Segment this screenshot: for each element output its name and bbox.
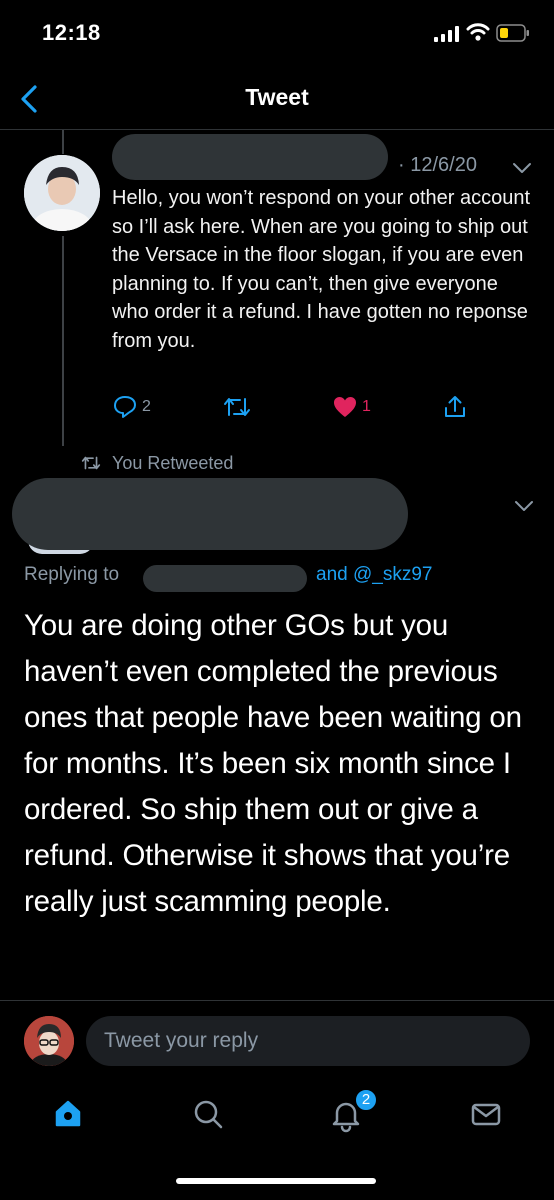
tweet-text: You are doing other GOs but you haven’t …	[24, 609, 522, 918]
reply-button[interactable]: 2	[112, 392, 151, 422]
share-icon	[445, 396, 465, 417]
retweet-icon	[81, 456, 101, 470]
status-time: 12:18	[42, 20, 101, 45]
redacted-author-name	[112, 134, 388, 180]
chevron-down-icon[interactable]	[512, 162, 532, 174]
reply-icon	[114, 396, 136, 418]
reply-input[interactable]: Tweet your reply	[86, 1016, 530, 1066]
messages-envelope-icon[interactable]	[466, 1094, 506, 1134]
redacted-mention[interactable]	[143, 565, 307, 592]
like-button[interactable]: 1	[332, 392, 371, 422]
retweet-icon	[224, 398, 250, 416]
cellular-signal-icon	[434, 26, 459, 42]
status-bar: 12:18	[0, 0, 554, 70]
share-button[interactable]	[442, 392, 468, 422]
thread-line	[62, 130, 64, 154]
redacted-author-name	[12, 478, 408, 550]
like-count: 1	[362, 398, 371, 415]
tweet-date: · 12/6/20	[398, 154, 477, 176]
retweet-context: You Retweeted	[80, 450, 233, 476]
page-title: Tweet	[245, 84, 309, 110]
chevron-down-icon[interactable]	[514, 500, 534, 512]
wifi-icon	[466, 23, 490, 41]
avatar[interactable]	[24, 1016, 74, 1066]
profile-photo-icon	[24, 155, 100, 231]
home-icon[interactable]	[48, 1094, 88, 1134]
replying-to-label: Replying to	[24, 564, 120, 585]
replying-to-mentions[interactable]: and @_skz97	[316, 564, 432, 586]
avatar[interactable]	[24, 155, 100, 231]
battery-icon	[496, 24, 529, 42]
heart-icon	[334, 397, 356, 417]
reply-count: 2	[142, 398, 151, 415]
profile-photo-icon	[24, 1016, 74, 1066]
tweet-actions: 2 1	[112, 392, 492, 422]
retweet-button[interactable]	[222, 392, 252, 422]
home-indicator[interactable]	[176, 1178, 376, 1184]
notifications-badge: 2	[354, 1088, 378, 1112]
search-icon[interactable]	[188, 1094, 228, 1134]
tweet-text: Hello, you won’t respond on your other a…	[112, 187, 531, 352]
retweet-context-label: You Retweeted	[112, 452, 234, 473]
navigation-bar: Tweet	[0, 70, 554, 130]
thread-line	[62, 236, 64, 446]
divider	[0, 1000, 554, 1001]
